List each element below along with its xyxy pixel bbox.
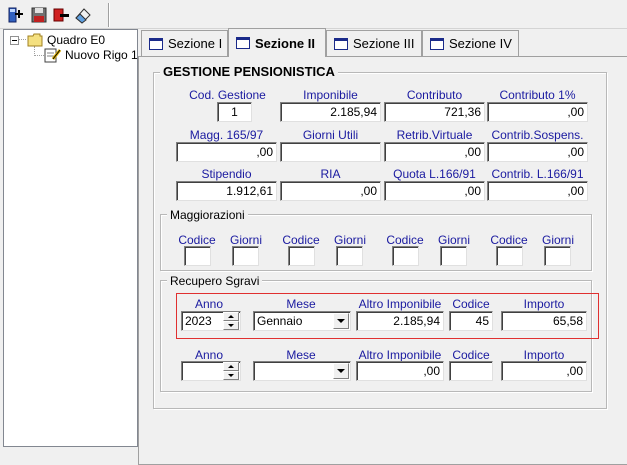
magg-codice-3-field[interactable] <box>392 246 419 266</box>
toolbar <box>0 0 627 29</box>
magg-codice-4-field[interactable] <box>496 246 523 266</box>
altro-imponibile-label: Altro Imponibile <box>358 348 442 362</box>
contributo-label: Contributo <box>406 88 463 102</box>
giorni-label: Giorni <box>437 233 470 247</box>
tab-sezione-3[interactable]: Sezione III <box>326 30 422 56</box>
anno-spin-button[interactable] <box>223 312 239 330</box>
group-title: Maggiorazioni <box>167 208 248 222</box>
group-title: Recupero Sgravi <box>167 274 263 288</box>
contrib-166-field[interactable]: ,00 <box>487 181 588 201</box>
altro-imponibile-field[interactable]: ,00 <box>356 361 444 381</box>
quota-166-label: Quota L.166/91 <box>393 167 476 181</box>
clear-icon[interactable] <box>72 4 94 26</box>
codice-label: Codice <box>282 233 320 247</box>
cod-gestione-label: Cod. Gestione <box>189 88 266 102</box>
mese-label: Mese <box>286 297 316 311</box>
imponibile-label: Imponibile <box>303 88 358 102</box>
magg-codice-1-field[interactable] <box>184 246 211 266</box>
imponibile-field[interactable]: 2.185,94 <box>280 102 381 122</box>
giorni-label: Giorni <box>541 233 574 247</box>
tab-sezione-4[interactable]: Sezione IV <box>422 30 519 56</box>
tab-sezione-2[interactable]: Sezione II <box>228 28 326 57</box>
edit-document-icon <box>44 48 62 63</box>
codice-label: Codice <box>386 233 424 247</box>
tab-label: Sezione I <box>168 36 223 51</box>
retrib-virtuale-label: Retrib.Virtuale <box>396 128 473 142</box>
contrib-166-label: Contrib. L.166/91 <box>491 167 584 181</box>
spin-up-icon[interactable] <box>223 312 239 321</box>
contributo-1-field[interactable]: ,00 <box>487 102 588 122</box>
importo-field[interactable]: ,00 <box>501 361 587 381</box>
add-row-icon[interactable] <box>4 4 26 26</box>
spin-down-icon[interactable] <box>223 371 239 380</box>
chevron-down-icon[interactable] <box>333 363 349 379</box>
spin-down-icon[interactable] <box>223 321 239 330</box>
folder-icon <box>27 33 43 47</box>
window-icon <box>334 37 348 50</box>
magg-giorni-4-field[interactable] <box>544 246 571 266</box>
collapse-icon[interactable] <box>10 35 19 45</box>
anno-spin-button[interactable] <box>223 362 239 380</box>
contrib-sospens-field[interactable]: ,00 <box>487 142 588 162</box>
magg-165-field[interactable]: ,00 <box>176 142 277 162</box>
window-icon <box>236 37 250 49</box>
codice-label: Codice <box>452 348 490 362</box>
tree-item-quadro[interactable]: Quadro E0 <box>10 32 105 48</box>
window-icon <box>430 37 444 50</box>
mese-label: Mese <box>286 348 316 362</box>
tab-label: Sezione II <box>255 35 315 51</box>
giorni-label: Giorni <box>333 233 366 247</box>
tree-item-label: Nuovo Rigo 1 <box>65 48 138 62</box>
giorni-label: Giorni <box>229 233 262 247</box>
stipendio-field[interactable]: 1.912,61 <box>176 181 277 201</box>
tab-sezione-1[interactable]: Sezione I <box>141 30 228 56</box>
anno-label: Anno <box>194 297 224 311</box>
codice-field[interactable] <box>449 361 493 381</box>
codice-field[interactable]: 45 <box>449 311 493 331</box>
save-icon[interactable] <box>28 4 50 26</box>
tree-item-label: Quadro E0 <box>47 33 106 47</box>
magg-165-label: Magg. 165/97 <box>189 128 264 142</box>
magg-giorni-1-field[interactable] <box>232 246 259 266</box>
importo-field[interactable]: 65,58 <box>501 311 587 331</box>
quota-166-field[interactable]: ,00 <box>384 181 485 201</box>
tab-label: Sezione III <box>353 36 415 51</box>
codice-label: Codice <box>452 297 490 311</box>
contributo-1-label: Contributo 1% <box>499 88 576 102</box>
toolbar-separator <box>108 3 110 27</box>
cod-gestione-field[interactable]: 1 <box>217 102 252 122</box>
stipendio-label: Stipendio <box>201 167 252 181</box>
tree-item-rigo[interactable]: Nuovo Rigo 1 <box>44 47 138 63</box>
altro-imponibile-field[interactable]: 2.185,94 <box>356 311 444 331</box>
spin-up-icon[interactable] <box>223 362 239 371</box>
window-icon <box>149 37 163 50</box>
codice-label: Codice <box>490 233 528 247</box>
importo-label: Importo <box>523 297 565 311</box>
codice-label: Codice <box>178 233 216 247</box>
delete-row-icon[interactable] <box>50 4 72 26</box>
giorni-utili-field[interactable] <box>280 142 381 162</box>
tree-panel[interactable]: Quadro E0 Nuovo Rigo 1 <box>3 29 138 447</box>
giorni-utili-label: Giorni Utili <box>302 128 359 142</box>
tab-label: Sezione IV <box>449 36 512 51</box>
retrib-virtuale-field[interactable]: ,00 <box>384 142 485 162</box>
magg-giorni-3-field[interactable] <box>440 246 467 266</box>
anno-label: Anno <box>194 348 224 362</box>
group-title: GESTIONE PENSIONISTICA <box>160 65 338 79</box>
contributo-field[interactable]: 721,36 <box>384 102 485 122</box>
altro-imponibile-label: Altro Imponibile <box>358 297 442 311</box>
magg-giorni-2-field[interactable] <box>336 246 363 266</box>
contrib-sospens-label: Contrib.Sospens. <box>491 128 584 142</box>
ria-label: RIA <box>320 167 341 181</box>
chevron-down-icon[interactable] <box>333 313 349 329</box>
ria-field[interactable]: ,00 <box>280 181 381 201</box>
importo-label: Importo <box>523 348 565 362</box>
magg-codice-2-field[interactable] <box>288 246 315 266</box>
